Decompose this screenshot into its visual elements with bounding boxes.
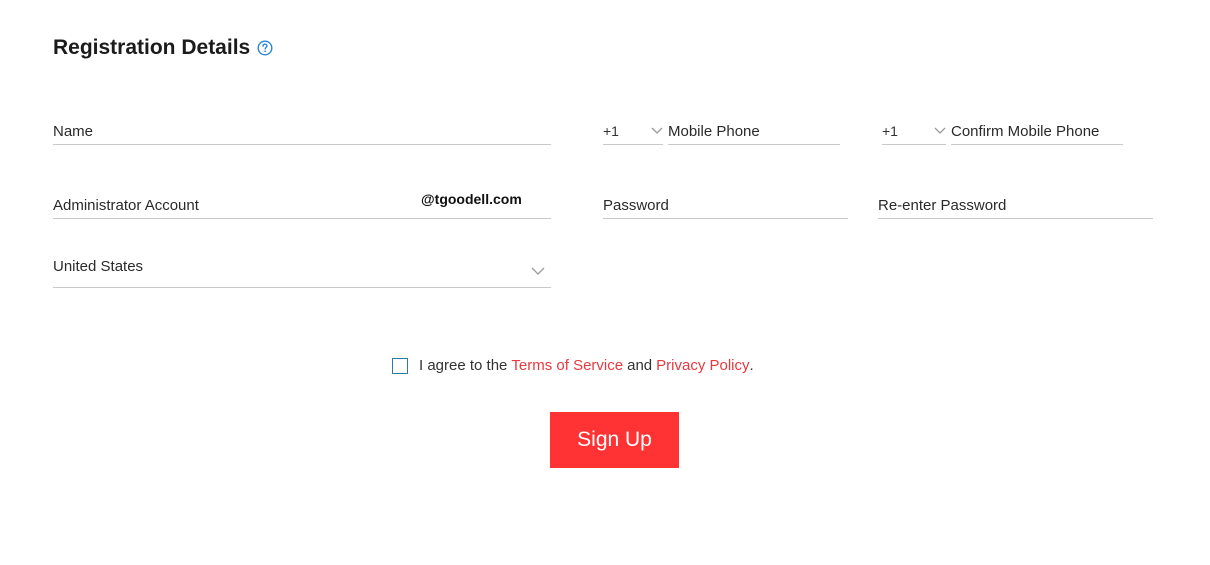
chevron-down-icon — [531, 267, 545, 276]
mobile-country-code-select[interactable]: +1 — [603, 118, 663, 145]
password-input[interactable] — [603, 194, 848, 216]
name-field[interactable] — [53, 120, 551, 145]
reenter-password-input[interactable] — [878, 194, 1153, 216]
agree-and-text: and — [627, 357, 653, 374]
agree-prefix-text: I agree to the — [419, 357, 508, 374]
chevron-down-icon — [651, 127, 663, 135]
privacy-policy-link[interactable]: Privacy Policy — [656, 357, 749, 374]
page-title: Registration Details — [53, 36, 273, 60]
country-select-value: United States — [53, 258, 144, 275]
terms-of-service-link[interactable]: Terms of Service — [511, 357, 623, 374]
agree-checkbox[interactable] — [392, 357, 408, 374]
confirm-mobile-country-code: +1 — [882, 123, 898, 139]
password-field[interactable] — [603, 194, 848, 219]
terms-agreement: I agree to the Terms of Service and Priv… — [392, 357, 754, 374]
reenter-password-field[interactable] — [878, 194, 1153, 219]
mobile-country-code: +1 — [603, 123, 619, 139]
chevron-down-icon — [934, 127, 946, 135]
page-title-text: Registration Details — [53, 36, 251, 59]
mobile-phone-field[interactable] — [668, 120, 840, 145]
name-input[interactable] — [53, 120, 551, 142]
confirm-mobile-phone-field[interactable] — [951, 120, 1123, 145]
administrator-account-input[interactable] — [53, 194, 413, 216]
sign-up-button[interactable]: Sign Up — [550, 412, 679, 468]
confirm-mobile-phone-input[interactable] — [951, 120, 1123, 142]
question-circle-icon[interactable] — [257, 40, 273, 56]
confirm-mobile-country-code-select[interactable]: +1 — [882, 118, 946, 145]
country-select[interactable]: United States — [53, 258, 551, 288]
account-domain-suffix: @tgoodell.com — [421, 191, 522, 207]
mobile-phone-input[interactable] — [668, 120, 840, 142]
agree-suffix-text: . — [749, 357, 754, 374]
